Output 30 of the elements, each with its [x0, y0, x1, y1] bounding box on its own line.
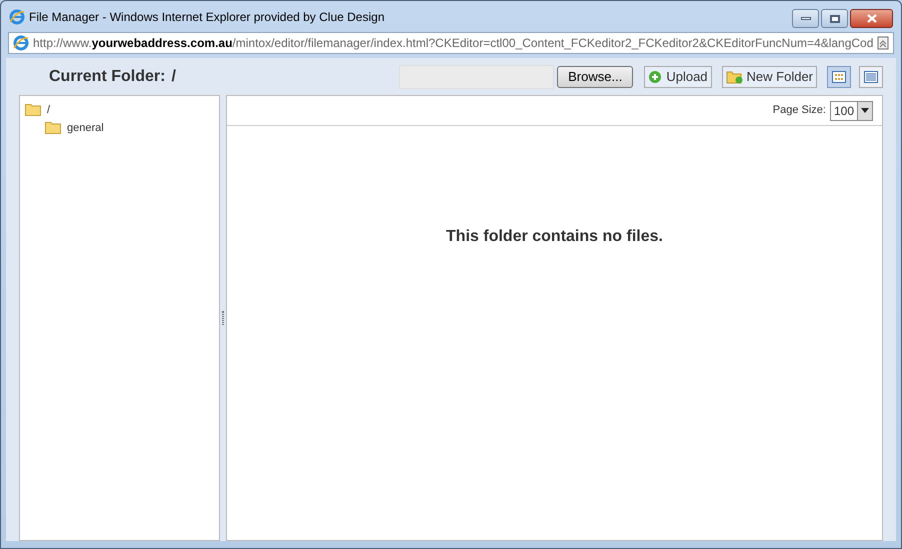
browser-icon [13, 35, 29, 51]
current-folder-path: / [171, 66, 176, 86]
folder-icon [25, 104, 41, 116]
list-view-button[interactable] [859, 66, 883, 88]
folder-icon [45, 122, 61, 134]
folder-tree-item[interactable]: / [47, 102, 50, 118]
new-folder-icon [726, 69, 743, 84]
list-view-icon [864, 70, 878, 82]
minimize-button[interactable] [792, 9, 819, 28]
upload-button[interactable]: Upload [644, 66, 712, 88]
new-folder-button[interactable]: New Folder [722, 66, 817, 88]
empty-folder-message: This folder contains no files. [446, 227, 663, 247]
maximize-button[interactable] [821, 9, 848, 28]
window-title: File Manager - Windows Internet Explorer provided by Clue Design [29, 8, 384, 26]
thumbnail-view-button[interactable] [827, 66, 851, 88]
page-size-dropdown[interactable]: 100 [830, 100, 873, 120]
browse-button[interactable]: Browse... [557, 66, 634, 88]
close-icon [866, 14, 876, 23]
url-text: http://www.yourwebaddress.com.au/mintox/editor/filemanager/index.html?CKEditor=ctl00_Content_FCKeditor2_FCKeditor2&CKEditorFuncNum=4&langCod [33, 35, 873, 52]
close-button[interactable] [850, 9, 893, 28]
browser-icon [9, 8, 25, 24]
dropdown-caret-icon [861, 108, 869, 113]
grid-view-icon [832, 70, 846, 82]
folder-tree-item[interactable]: general [67, 120, 104, 136]
current-folder-label: Current Folder: [49, 66, 166, 86]
plus-circle-icon [648, 70, 662, 84]
splitter-handle[interactable] [222, 311, 224, 325]
page-icon [877, 36, 889, 50]
page-size-label: Page Size: [772, 103, 826, 118]
address-bar[interactable]: http://www.yourwebaddress.com.au/mintox/editor/filemanager/index.html?CKEditor=ctl00_Content_FCKeditor2_FCKeditor2&CKEditorFuncNum=4&langCod [8, 32, 894, 54]
